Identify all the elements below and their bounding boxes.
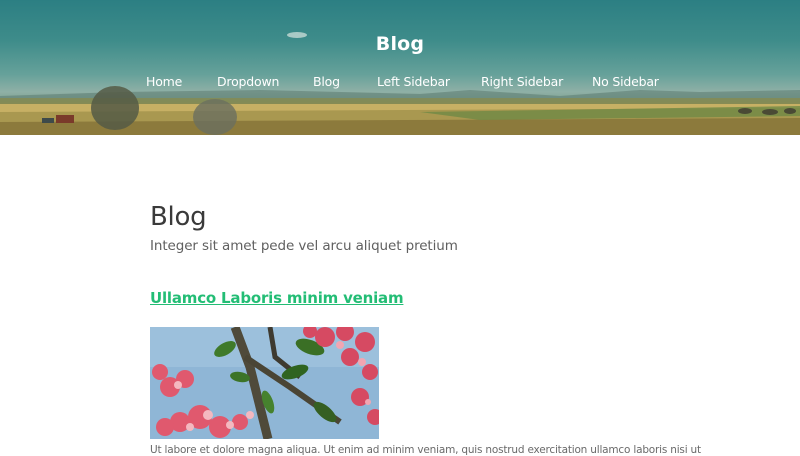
nav-item-left-sidebar[interactable]: Left Sidebar <box>377 74 450 89</box>
post-excerpt: Ut labore et dolore magna aliqua. Ut eni… <box>150 444 701 456</box>
site-title[interactable]: Blog <box>0 33 800 55</box>
main-navigation: Home Dropdown Blog Left Sidebar Right Si… <box>0 74 800 92</box>
landscape-background-image <box>0 32 800 135</box>
header-hero: Blog Home Dropdown Blog Left Sidebar Rig… <box>0 0 800 135</box>
nav-item-home[interactable]: Home <box>146 74 182 89</box>
post-title-link[interactable]: Ullamco Laboris minim veniam <box>150 289 404 307</box>
nav-item-no-sidebar[interactable]: No Sidebar <box>592 74 659 89</box>
flower-photo <box>150 327 379 439</box>
nav-item-blog[interactable]: Blog <box>313 74 340 89</box>
page-subtitle: Integer sit amet pede vel arcu aliquet p… <box>150 238 458 254</box>
page-title: Blog <box>150 202 207 232</box>
post-featured-image[interactable] <box>150 327 379 439</box>
nav-item-right-sidebar[interactable]: Right Sidebar <box>481 74 563 89</box>
nav-item-dropdown[interactable]: Dropdown <box>217 74 279 89</box>
